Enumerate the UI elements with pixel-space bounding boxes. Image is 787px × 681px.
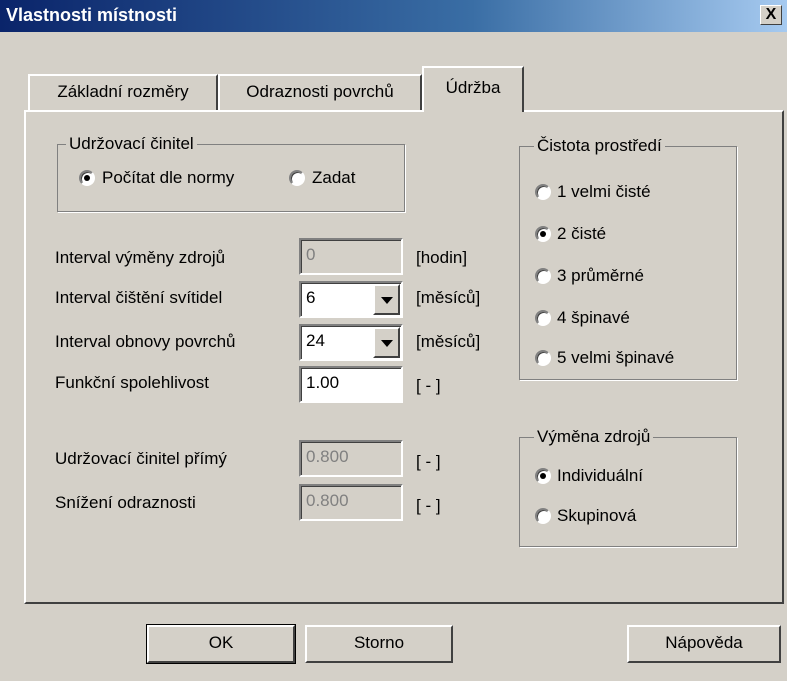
group-legend: Udržovací činitel [66,134,197,154]
interval-obnovy-povrchu-select[interactable]: 24 [299,324,403,361]
tab-panel-udrzba: Udržovací činitel Počítat dle normy Zada… [24,110,784,604]
radio-ciste[interactable] [535,226,551,242]
label-funkcni-spolehlivost: Funkční spolehlivost [55,373,210,392]
group-legend: Čistota prostředí [534,136,665,156]
button-label: Storno [353,633,405,652]
close-icon: X [765,6,777,23]
radio-label: 2 čisté [557,224,607,243]
unit-label: [hodin] [416,248,468,267]
radio-label: Skupinová [557,506,637,525]
radio-label: Individuální [557,466,644,485]
radio-label: 4 špinavé [557,308,630,327]
radio-label: Počítat dle normy [102,168,235,187]
snizeni-odraznosti-field: 0.800 [299,484,403,521]
udrzovaci-cinitel-group: Udržovací činitel Počítat dle normy Zada… [57,134,405,212]
field-value: 0.800 [306,491,349,510]
radio-spinave[interactable] [535,310,551,326]
field-value: 24 [306,331,325,350]
label-interval-obnovy-povrchu: Interval obnovy povrchů [55,332,236,351]
unit-label: [ - ] [416,496,441,515]
unit-label: [ - ] [416,452,441,471]
field-value: 0 [306,245,316,264]
label-interval-cisteni-svitidel: Interval čištění svítidel [55,288,223,307]
radio-prumerne[interactable] [535,268,551,284]
radio-velmi-ciste[interactable] [535,184,551,200]
tab-udrzba[interactable]: Údržba [422,66,524,112]
vymena-zdroju-group: Výměna zdrojů Individuální Skupinová [519,427,737,547]
unit-label: [ - ] [416,376,441,395]
radio-zadat[interactable] [289,170,305,186]
chevron-down-icon[interactable] [373,327,400,358]
label-snizeni-odraznosti: Snížení odraznosti [55,493,196,512]
radio-label: 5 velmi špinavé [557,348,675,367]
group-legend: Výměna zdrojů [534,427,654,447]
interval-cisteni-svitidel-select[interactable]: 6 [299,281,403,318]
label-interval-vymeny-zdroju: Interval výměny zdrojů [55,248,226,267]
tab-zakladni-rozmery[interactable]: Základní rozměry [28,74,218,110]
radio-label: Zadat [312,168,356,187]
tab-label: Odraznosti povrchů [246,82,394,101]
field-value: 6 [306,288,316,307]
unit-label: [měsíců] [416,288,481,307]
button-label: OK [208,633,234,652]
tab-odraznosti-povrchu[interactable]: Odraznosti povrchů [218,74,422,110]
button-label: Nápověda [665,633,743,652]
tab-label: Údržba [445,78,501,97]
radio-velmi-spinave[interactable] [535,350,551,366]
udrzovaci-cinitel-primy-field: 0.800 [299,440,403,477]
radio-individualni[interactable] [535,468,551,484]
interval-vymeny-zdroju-field: 0 [299,238,403,275]
storno-button[interactable]: Storno [305,625,453,663]
ok-button[interactable]: OK [146,624,296,664]
help-button[interactable]: Nápověda [627,625,781,663]
tab-label: Základní rozměry [57,82,189,101]
chevron-down-icon[interactable] [373,284,400,315]
funkcni-spolehlivost-input[interactable]: 1.00 [299,366,403,403]
radio-label: 1 velmi čisté [557,182,651,201]
title-bar: Vlastnosti místnosti X [0,0,787,32]
radio-skupinova[interactable] [535,508,551,524]
radio-pocitat-dle-normy[interactable] [79,170,95,186]
field-value: 1.00 [306,373,340,392]
radio-label: 3 průměrné [557,266,644,285]
close-button[interactable]: X [760,5,782,25]
field-value: 0.800 [306,447,349,466]
cistota-prostredi-group: Čistota prostředí 1 velmi čisté 2 čisté … [519,136,737,380]
unit-label: [měsíců] [416,332,481,351]
window-title: Vlastnosti místnosti [6,5,178,25]
label-udrzovaci-cinitel-primy: Udržovací činitel přímý [55,449,227,468]
